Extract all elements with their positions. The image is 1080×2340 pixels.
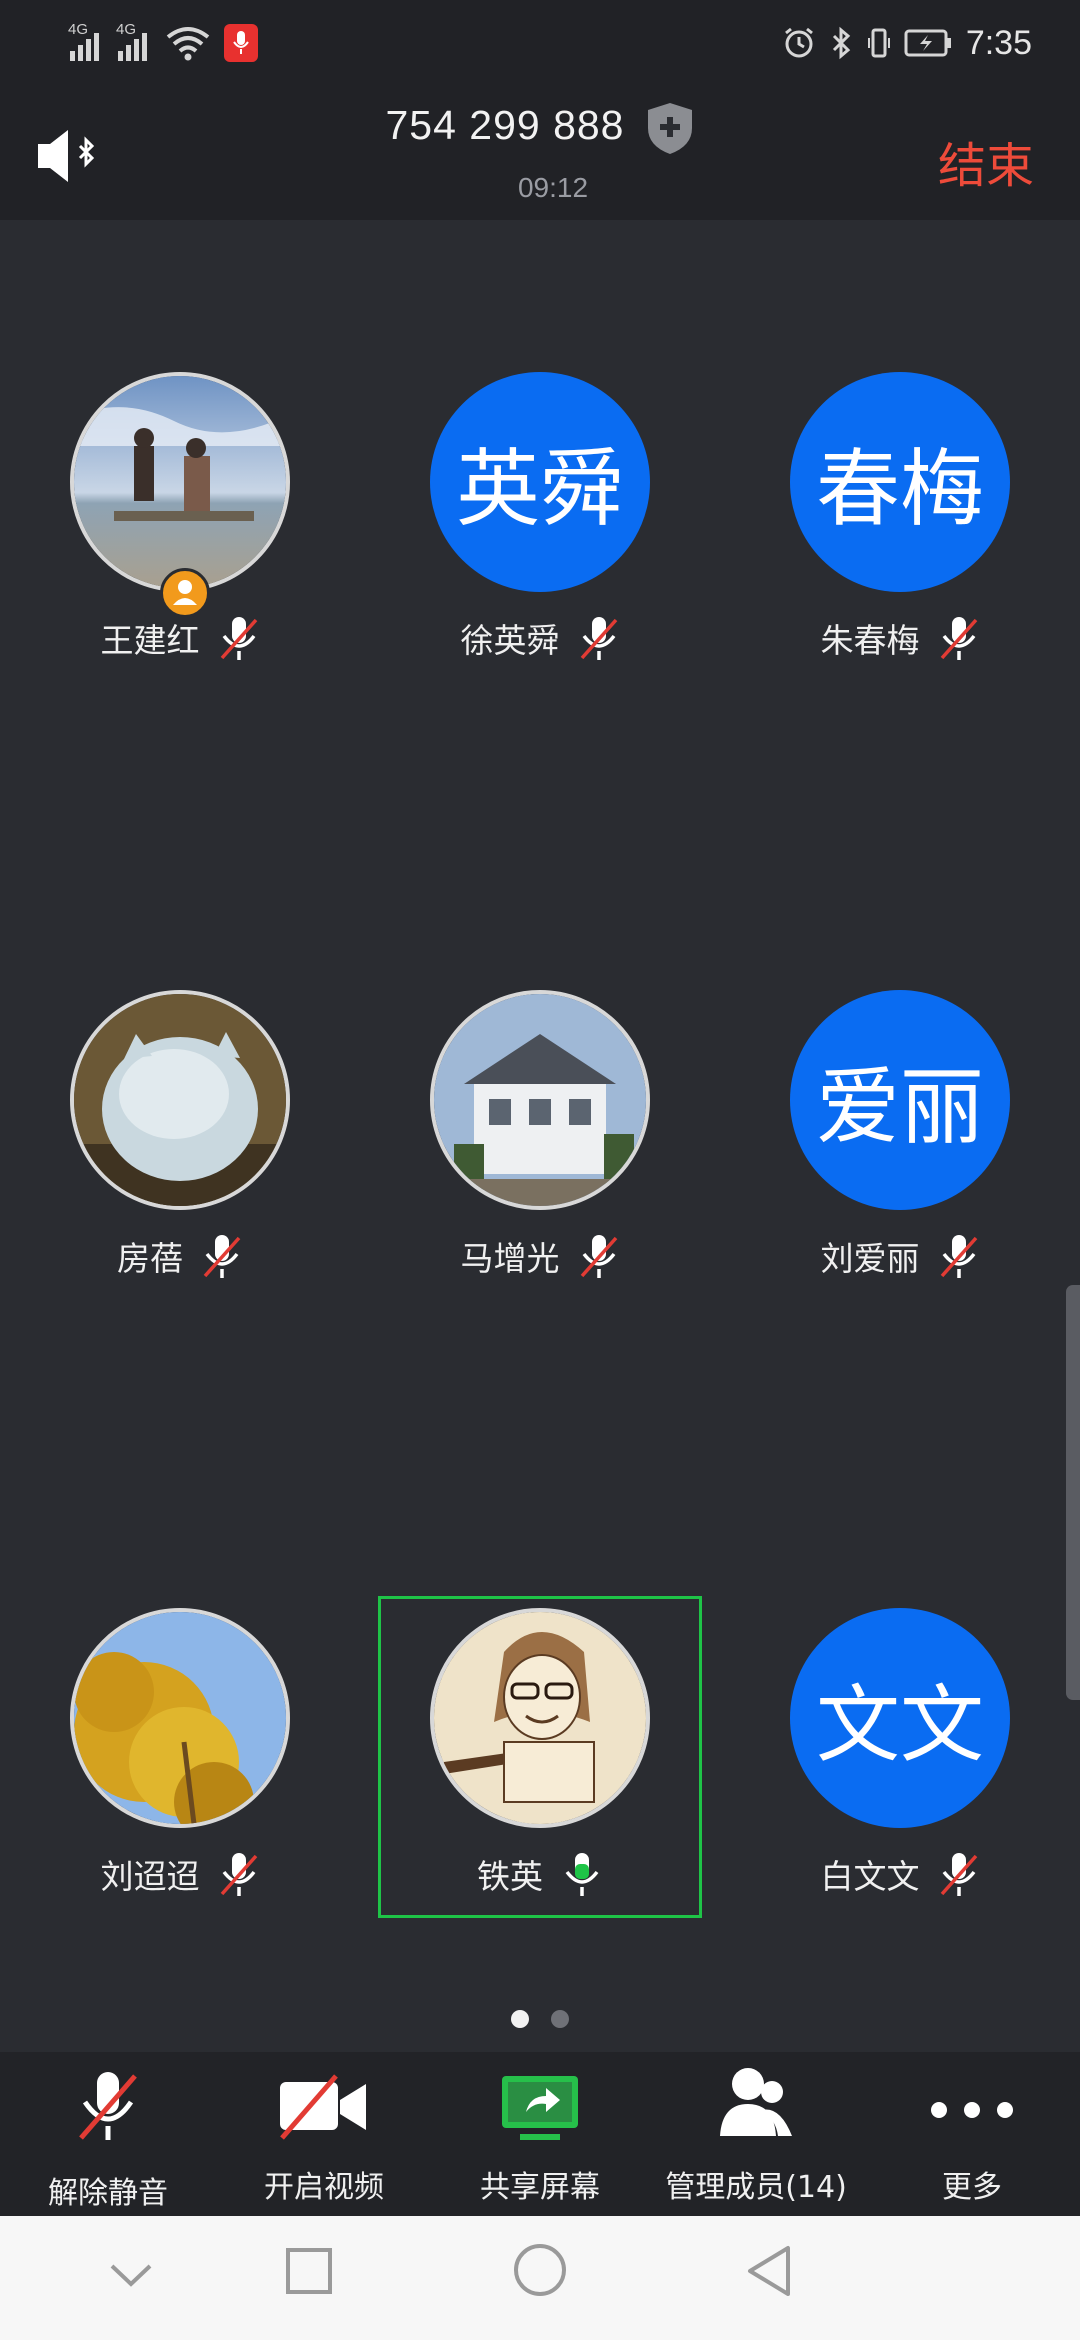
- participant-avatar: [430, 990, 650, 1210]
- page-dot-active[interactable]: [511, 2010, 529, 2028]
- participant-tile[interactable]: 刘迢迢: [0, 1608, 360, 1938]
- bluetooth-icon: [832, 26, 851, 60]
- participant-name: 王建红: [100, 621, 200, 660]
- battery-icon: [904, 29, 951, 57]
- participant-tile[interactable]: 王建红: [0, 372, 360, 702]
- mic-off-icon: [940, 1235, 977, 1278]
- mic-off-icon: [220, 617, 257, 660]
- participant-avatar: [70, 1608, 290, 1828]
- clock: 7:35: [965, 23, 1032, 62]
- participant-name: 房蓓: [117, 1239, 183, 1278]
- cell-signal-icon: 4G: [116, 21, 152, 61]
- mic-off-icon: [203, 1235, 241, 1278]
- meeting-toolbar: 解除静音 开启视频 共享屏幕 管理成员(14) 更多: [0, 2052, 1080, 2216]
- start-video-label: 开启视频: [264, 2170, 384, 2205]
- members-icon: [720, 2068, 792, 2136]
- participant-tile[interactable]: 马增光: [360, 990, 720, 1320]
- participant-avatar: [70, 990, 290, 1210]
- mic-off-icon: [940, 1853, 977, 1896]
- participant-tile[interactable]: 春梅 朱春梅: [720, 372, 1080, 702]
- participant-avatar: [430, 1608, 650, 1828]
- unmute-button[interactable]: 解除静音: [10, 2052, 206, 2216]
- participant-name: 刘迢迢: [100, 1857, 200, 1896]
- scrollbar[interactable]: [1066, 1285, 1080, 1700]
- participant-name: 铁英: [477, 1857, 543, 1896]
- start-video-button[interactable]: 开启视频: [226, 2052, 422, 2216]
- page-dot[interactable]: [551, 2010, 569, 2028]
- back-icon[interactable]: [744, 2244, 794, 2298]
- participant-tile[interactable]: 爱丽 刘爱丽: [720, 990, 1080, 1320]
- mic-off-icon: [580, 617, 617, 660]
- share-screen-icon: [502, 2076, 578, 2140]
- manage-members-label: 管理成员(14): [665, 2170, 847, 2205]
- system-nav-bar: [0, 2216, 1080, 2340]
- meeting-duration: 09:12: [517, 172, 589, 203]
- more-dots-icon: [931, 2102, 1013, 2118]
- participant-name: 刘爱丽: [820, 1239, 920, 1278]
- home-icon[interactable]: [512, 2242, 568, 2298]
- chevron-down-icon[interactable]: [108, 2262, 154, 2290]
- cell-signal-icon: 4G: [68, 21, 104, 61]
- wifi-icon: [166, 27, 210, 61]
- participant-name: 朱春梅: [820, 621, 920, 660]
- mic-off-icon: [79, 2072, 137, 2140]
- end-meeting-button[interactable]: 结束: [938, 126, 1034, 196]
- participant-avatar: [70, 372, 290, 592]
- participant-name: 白文文: [820, 1857, 920, 1896]
- participant-name: 马增光: [460, 1239, 560, 1278]
- host-badge-icon: [160, 568, 210, 618]
- participant-tile[interactable]: 文文 白文文: [720, 1608, 1080, 1938]
- manage-members-button[interactable]: 管理成员(14): [658, 2052, 854, 2216]
- participant-avatar: 春梅: [790, 372, 1010, 592]
- recording-mic-icon: [224, 24, 258, 62]
- mic-on-icon: [565, 1853, 599, 1896]
- meeting-header: 754 299 888 09:12 结束: [0, 86, 1080, 220]
- meeting-id[interactable]: 754 299 888: [0, 102, 1010, 149]
- participant-name: 徐英舜: [460, 621, 560, 660]
- participant-avatar: 英舜: [430, 372, 650, 592]
- page-indicator: [0, 2010, 1080, 2028]
- alarm-icon: [784, 27, 813, 58]
- participant-tile[interactable]: 房蓓: [0, 990, 360, 1320]
- vibrate-icon: [867, 28, 890, 58]
- mic-off-icon: [220, 1853, 257, 1896]
- participant-tile[interactable]: 铁英: [360, 1608, 720, 1938]
- unmute-label: 解除静音: [48, 2176, 168, 2211]
- status-bar: 4G 4G 7:35: [0, 0, 1080, 86]
- mic-off-icon: [580, 1235, 617, 1278]
- more-button[interactable]: 更多: [874, 2052, 1070, 2216]
- participant-tile[interactable]: 英舜 徐英舜: [360, 372, 720, 702]
- recents-icon[interactable]: [284, 2246, 334, 2296]
- share-screen-button[interactable]: 共享屏幕: [442, 2052, 638, 2216]
- mic-off-icon: [940, 617, 977, 660]
- participant-avatar: 文文: [790, 1608, 1010, 1828]
- more-label: 更多: [942, 2170, 1002, 2205]
- shield-plus-icon[interactable]: [644, 100, 696, 156]
- participant-avatar: 爱丽: [790, 990, 1010, 1210]
- share-screen-label: 共享屏幕: [480, 2170, 600, 2205]
- video-off-icon: [280, 2074, 366, 2140]
